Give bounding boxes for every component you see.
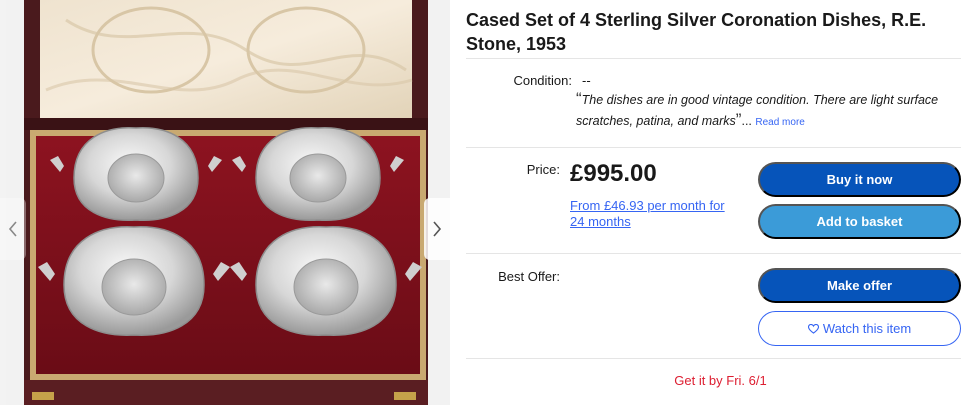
next-image-button[interactable]	[424, 198, 450, 260]
finance-offer-link[interactable]: From £46.93 per month for 24 months	[570, 198, 740, 230]
divider	[466, 253, 961, 254]
watch-item-button[interactable]: Watch this item	[758, 311, 961, 346]
read-more-link[interactable]: Read more	[755, 117, 804, 128]
listing-title: Cased Set of 4 Sterling Silver Coronatio…	[466, 10, 927, 54]
delivery-estimate: Get it by Fri. 6/1	[674, 373, 767, 388]
price-label: Price:	[526, 162, 560, 177]
listing-details: Cased Set of 4 Sterling Silver Coronatio…	[466, 0, 975, 405]
add-to-basket-button[interactable]: Add to basket	[758, 204, 961, 239]
chevron-right-icon	[433, 221, 442, 237]
previous-image-button[interactable]	[0, 198, 26, 260]
image-gallery	[0, 0, 450, 405]
divider	[466, 358, 961, 359]
product-image[interactable]	[6, 0, 450, 405]
condition-value: --	[582, 73, 591, 88]
divider	[466, 147, 961, 148]
best-offer-label: Best Offer:	[498, 269, 560, 284]
watch-item-label: Watch this item	[822, 321, 912, 336]
price-amount: £995.00	[570, 160, 657, 187]
make-offer-button[interactable]: Make offer	[758, 268, 961, 303]
buy-it-now-button[interactable]: Buy it now	[758, 162, 961, 197]
heart-outline-icon	[807, 323, 819, 334]
divider	[466, 58, 961, 59]
ellipsis: ...	[741, 114, 752, 128]
condition-label: Condition:	[513, 73, 572, 88]
condition-description: “The dishes are in good vintage conditio…	[576, 89, 968, 133]
chevron-left-icon	[8, 221, 17, 237]
